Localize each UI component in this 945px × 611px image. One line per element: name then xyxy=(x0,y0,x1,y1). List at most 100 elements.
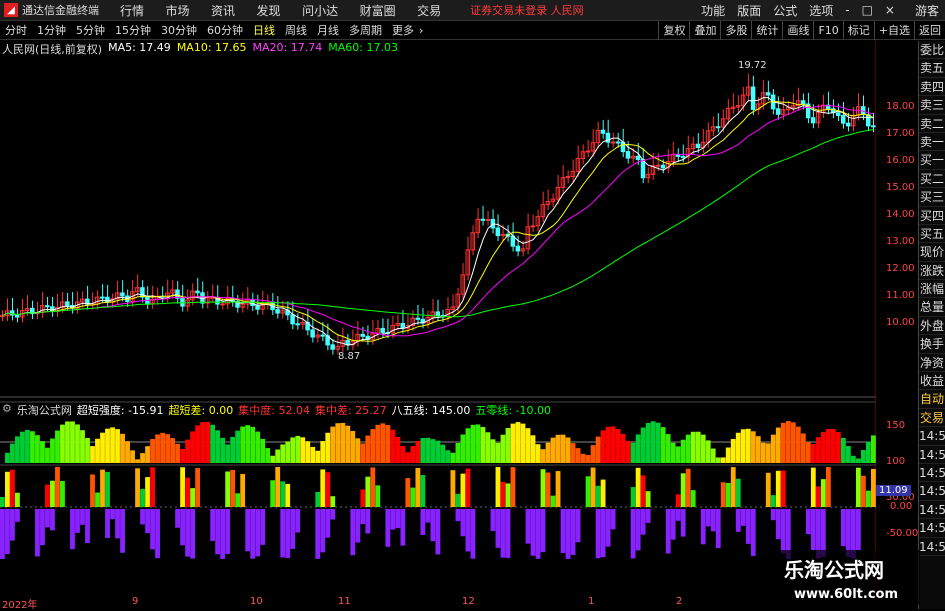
side-panel-item[interactable]: 14:56 xyxy=(919,538,945,556)
side-panel-item[interactable]: 现价 xyxy=(919,243,945,262)
side-panel-item[interactable]: 自动 xyxy=(919,390,945,409)
period-tab-30min[interactable]: 30分钟 xyxy=(161,22,197,38)
menu-item-news[interactable]: 资讯 xyxy=(211,4,235,18)
menu-item-options[interactable]: 选项 xyxy=(809,2,833,19)
kline-chart[interactable]: 19.72 8.87 xyxy=(0,41,876,601)
tool-add-watch[interactable]: +自选 xyxy=(873,21,914,40)
maximize-button[interactable]: □ xyxy=(862,3,873,17)
side-panel-item[interactable]: 总量 xyxy=(919,298,945,317)
strength-bar xyxy=(210,424,216,463)
strength-bar xyxy=(315,450,321,463)
indicator-concentration: 集中度: 52.04 xyxy=(238,404,310,417)
tool-draw[interactable]: 画线 xyxy=(782,21,813,40)
side-panel-item[interactable]: 14:56 xyxy=(919,446,945,464)
period-tab-weekly[interactable]: 周线 xyxy=(285,22,307,38)
side-panel-item[interactable]: 14:56 xyxy=(919,519,945,538)
menu-item-market[interactable]: 市场 xyxy=(166,4,190,18)
side-panel-item[interactable]: 14:56 xyxy=(919,427,945,446)
side-panel-item[interactable]: 收益 xyxy=(919,372,945,391)
minimize-button[interactable]: - xyxy=(845,3,849,17)
menu-item-function[interactable]: 功能 xyxy=(701,2,725,19)
strength-bar xyxy=(55,430,60,463)
side-panel-item[interactable]: 涨跌 xyxy=(919,262,945,281)
side-panel-item[interactable]: 委比 xyxy=(919,41,945,60)
indicator-name[interactable]: 乐淘公式网 xyxy=(17,402,72,418)
side-panel-item[interactable]: 涨幅 xyxy=(919,280,945,299)
side-panel-item[interactable]: 卖五 xyxy=(919,59,945,78)
indicator-line5: 五零线: -10.00 xyxy=(475,404,552,417)
period-tab-monthly[interactable]: 月线 xyxy=(317,22,339,38)
side-panel-item[interactable]: 买四 xyxy=(919,207,945,225)
candle-body xyxy=(15,314,20,318)
negative-bar xyxy=(290,509,296,549)
side-panel-item[interactable]: 买一 xyxy=(919,151,945,170)
side-panel-item[interactable]: 卖三 xyxy=(919,96,945,115)
strength-bar xyxy=(140,453,145,463)
tool-adjust[interactable]: 复权 xyxy=(658,21,689,40)
side-panel-item[interactable]: 14:56 xyxy=(919,482,945,501)
side-panel-item[interactable]: 外盘 xyxy=(919,317,945,336)
close-button[interactable]: × xyxy=(885,3,895,17)
login-notice[interactable]: 证券交易未登录 人民网 xyxy=(470,2,584,18)
strength-bar xyxy=(500,434,506,463)
tool-f10[interactable]: F10 xyxy=(813,21,842,40)
strength-bar xyxy=(450,452,456,463)
tool-overlay[interactable]: 叠加 xyxy=(689,21,720,40)
menu-item-discover[interactable]: 发现 xyxy=(257,4,281,18)
strength-bar xyxy=(40,441,45,463)
tool-mark[interactable]: 标记 xyxy=(842,21,874,40)
tool-stats[interactable]: 统计 xyxy=(751,21,782,40)
strength-bar xyxy=(665,434,671,463)
side-panel-item[interactable]: 买五 xyxy=(919,225,945,244)
side-panel-item[interactable]: 买二 xyxy=(919,170,945,189)
concentration-bar xyxy=(765,472,771,507)
period-tab-60min[interactable]: 60分钟 xyxy=(207,22,243,38)
negative-bar xyxy=(5,509,10,555)
strength-bar xyxy=(515,422,521,463)
negative-bar xyxy=(390,509,396,530)
date-tick: 11 xyxy=(338,596,351,607)
period-tab-more[interactable]: 更多 xyxy=(392,22,414,38)
period-tab-5min[interactable]: 5分钟 xyxy=(76,22,105,38)
strength-bar xyxy=(435,440,441,463)
menu-item-formula[interactable]: 公式 xyxy=(773,2,797,19)
period-tab-15min[interactable]: 15分钟 xyxy=(115,22,151,38)
strength-bar xyxy=(480,427,486,463)
candle-body xyxy=(275,309,280,314)
concentration-bar xyxy=(10,469,15,507)
guest-label[interactable]: 游客 xyxy=(915,2,939,19)
tool-multi-stock[interactable]: 多股 xyxy=(720,21,751,40)
candle-body xyxy=(310,329,315,338)
strength-bar xyxy=(795,426,801,463)
side-panel-item[interactable]: 换手 xyxy=(919,335,945,354)
indicator-settings-icon[interactable]: ⚙ xyxy=(2,402,12,418)
negative-bar xyxy=(220,509,226,559)
strength-bar xyxy=(150,439,155,463)
side-panel-item[interactable]: 净资 xyxy=(919,354,945,373)
menu-item-ask[interactable]: 问小达 xyxy=(302,4,338,18)
strength-bar xyxy=(815,437,821,463)
period-tab-daily[interactable]: 日线 xyxy=(253,22,275,38)
tool-back[interactable]: 返回 xyxy=(914,21,945,40)
side-panel-item[interactable]: 买三 xyxy=(919,188,945,207)
chevron-right-icon[interactable]: › xyxy=(419,24,423,37)
side-panel-item[interactable]: 卖一 xyxy=(919,133,945,152)
period-tab-multi[interactable]: 多周期 xyxy=(349,22,382,38)
menu-item-layout[interactable]: 版面 xyxy=(737,2,761,19)
period-tab-1min[interactable]: 1分钟 xyxy=(37,22,66,38)
menu-item-wealth[interactable]: 财富圈 xyxy=(360,4,396,18)
negative-bar xyxy=(225,509,231,554)
period-tab-timeshare[interactable]: 分时 xyxy=(5,22,27,38)
strength-bar xyxy=(535,444,541,463)
side-panel-item[interactable]: 卖二 xyxy=(919,115,945,133)
menu-item-trade[interactable]: 交易 xyxy=(417,4,441,18)
strength-bar xyxy=(615,428,621,463)
side-panel-item[interactable]: 14:56 xyxy=(919,464,945,483)
strength-bar xyxy=(120,433,125,463)
strength-bar xyxy=(670,442,676,463)
side-panel-item[interactable]: 交易 xyxy=(919,409,945,428)
side-panel-item[interactable]: 卖四 xyxy=(919,78,945,97)
menu-item-quotes[interactable]: 行情 xyxy=(120,4,144,18)
concentration-bar xyxy=(90,474,95,507)
side-panel-item[interactable]: 14:56 xyxy=(919,501,945,520)
